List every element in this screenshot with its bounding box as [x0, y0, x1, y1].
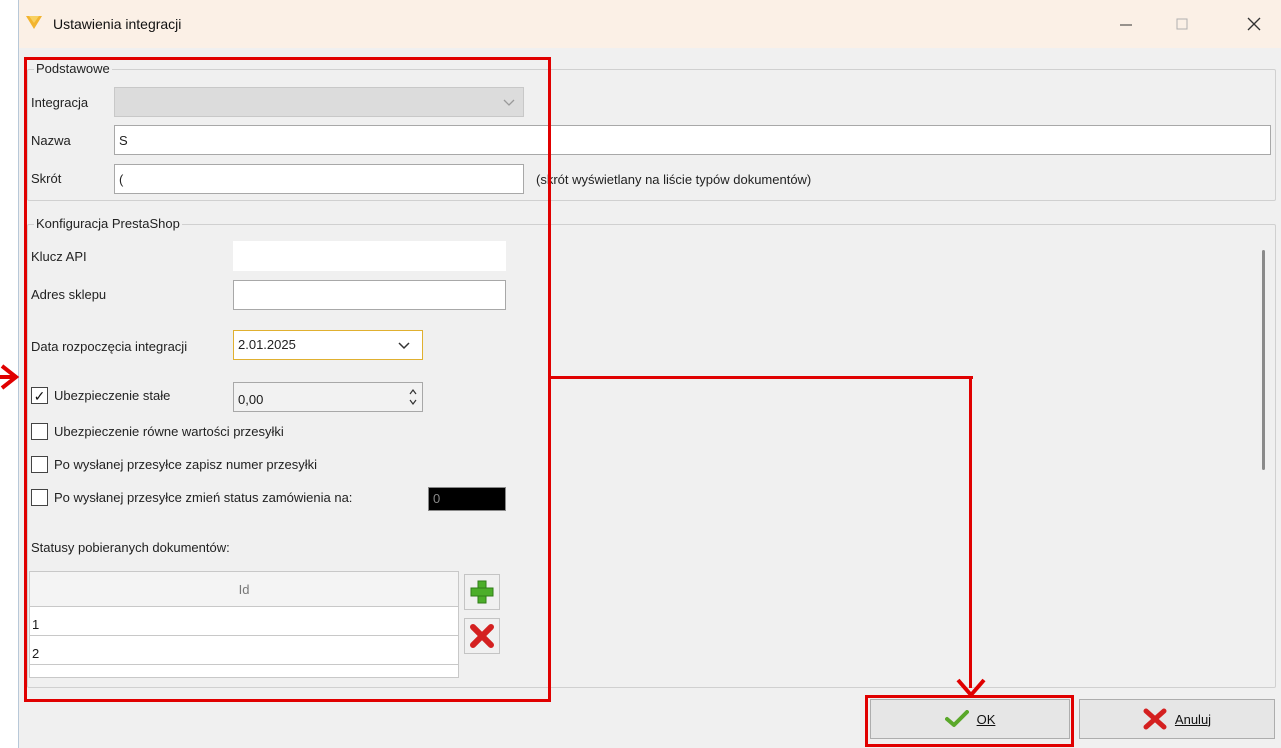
scrollbar-thumb[interactable] — [1262, 250, 1265, 470]
app-logo-icon — [26, 16, 42, 29]
change-status-checkbox[interactable] — [31, 489, 48, 506]
name-field[interactable] — [114, 125, 1271, 155]
name-label: Nazwa — [31, 133, 71, 148]
fixed-insurance-label: Ubezpieczenie stałe — [54, 388, 171, 403]
close-icon — [1247, 17, 1261, 31]
status-select[interactable]: 0 — [428, 487, 506, 511]
fixed-insurance-stepper[interactable]: 0,00 — [233, 382, 423, 412]
fixed-insurance-value: 0,00 — [238, 392, 264, 407]
maximize-button[interactable] — [1162, 8, 1202, 40]
fixed-insurance-checkbox[interactable]: ✓ — [31, 387, 48, 404]
insurance-equal-checkbox[interactable] — [31, 423, 48, 440]
minimize-icon — [1120, 24, 1132, 26]
change-status-label: Po wysłanej przesyłce zmień status zamów… — [54, 490, 353, 505]
table-row[interactable]: 3 — [30, 665, 458, 677]
cancel-x-icon — [1143, 708, 1167, 730]
table-row[interactable]: 1 — [30, 607, 458, 636]
cancel-label: Anuluj — [1174, 711, 1212, 727]
api-key-field[interactable] — [233, 241, 506, 271]
settings-window: Ustawienia integracji Podstawowe Integra… — [18, 0, 1281, 748]
ok-button[interactable]: OK — [870, 699, 1070, 739]
chevron-down-icon — [398, 342, 410, 350]
title-bar: Ustawienia integracji — [19, 0, 1281, 48]
delete-x-icon — [470, 624, 494, 648]
annotation-arrowhead-right — [0, 364, 20, 390]
short-hint: (skrót wyświetlany na liście typów dokum… — [536, 172, 812, 187]
cancel-button[interactable]: Anuluj — [1079, 699, 1275, 739]
annotation-arrowhead-down — [956, 678, 986, 699]
stepper-arrows-icon[interactable] — [408, 387, 418, 407]
integration-label: Integracja — [31, 95, 89, 110]
short-name-field[interactable] — [114, 164, 524, 194]
chevron-down-icon — [503, 99, 515, 106]
save-number-label: Po wysłanej przesyłce zapisz numer przes… — [54, 457, 317, 472]
api-key-label: Klucz API — [31, 249, 87, 264]
ok-label: OK — [976, 711, 996, 727]
shop-address-label: Adres sklepu — [31, 287, 107, 302]
minimize-button[interactable] — [1106, 8, 1146, 40]
statuses-label: Statusy pobieranych dokumentów: — [31, 540, 230, 555]
plus-icon — [470, 580, 494, 604]
table-row[interactable]: 2 — [30, 636, 458, 665]
window-title: Ustawienia integracji — [53, 16, 182, 32]
close-button[interactable] — [1234, 8, 1274, 40]
insurance-equal-label: Ubezpieczenie równe wartości przesyłki — [54, 424, 284, 439]
start-date-picker[interactable]: 2.01.2025 — [233, 330, 423, 360]
short-label: Skrót — [31, 171, 62, 186]
maximize-icon — [1176, 18, 1188, 30]
start-date-value: 2.01.2025 — [238, 337, 296, 352]
check-icon — [944, 710, 969, 727]
save-number-checkbox[interactable] — [31, 456, 48, 473]
statuses-table: Id 1 2 3 — [29, 571, 459, 678]
integration-select[interactable] — [114, 87, 524, 117]
table-header-id[interactable]: Id — [30, 572, 458, 607]
start-date-label: Data rozpoczęcia integracji — [31, 339, 188, 354]
presta-group-label: Konfiguracja PrestaShop — [34, 216, 182, 231]
shop-address-field[interactable] — [233, 280, 506, 310]
basic-group-label: Podstawowe — [34, 61, 112, 76]
add-status-button[interactable] — [464, 574, 500, 610]
remove-status-button[interactable] — [464, 618, 500, 654]
vertical-scrollbar[interactable] — [1256, 234, 1270, 678]
